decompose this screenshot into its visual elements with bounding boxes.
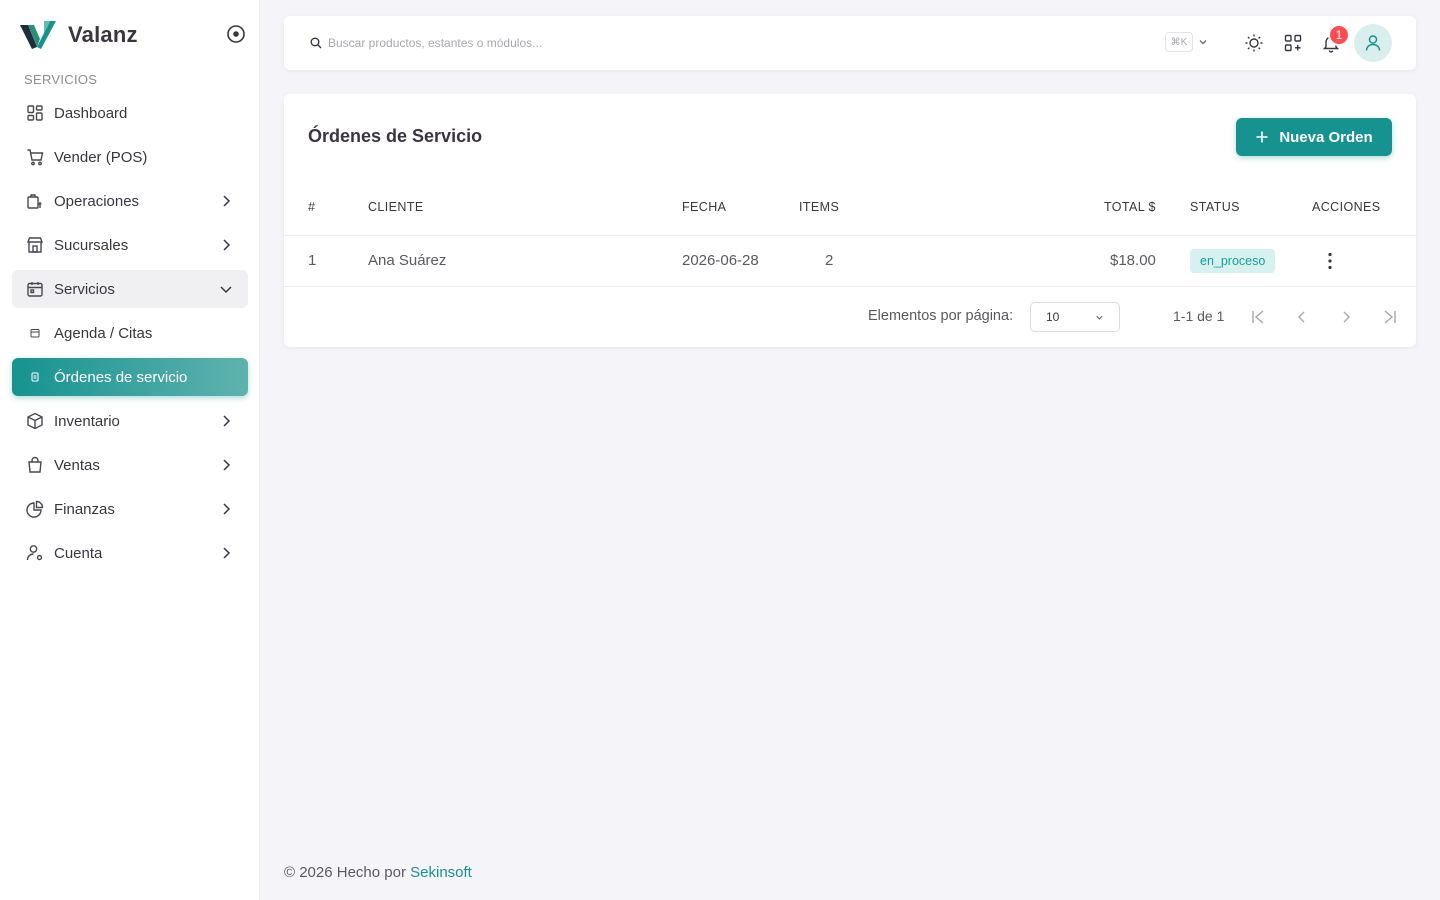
calendar-icon (26, 280, 44, 298)
new-order-label: Nueva Orden (1279, 128, 1373, 146)
per-page-label: Elementos por página: (868, 308, 1014, 324)
next-page-icon[interactable] (1337, 308, 1355, 326)
chevron-right-icon (223, 459, 231, 471)
v-logo-icon (20, 21, 56, 49)
topbar: ⌘K 1 (284, 16, 1416, 70)
column-header-num[interactable]: # (308, 200, 315, 214)
column-header-fecha[interactable]: FECHA (682, 200, 726, 214)
sidebar-section-label: SERVICIOS (24, 72, 98, 87)
first-page-icon[interactable] (1249, 308, 1267, 326)
sidebar-item-label: Inventario (54, 412, 120, 430)
sidebar-item-ventas[interactable]: Ventas (12, 446, 248, 484)
sidebar-item-label: Vender (POS) (54, 148, 148, 166)
chevron-down-icon (220, 286, 232, 294)
search-input[interactable] (328, 32, 808, 54)
bag-icon (26, 456, 44, 474)
sidebar-item-inventario[interactable]: Inventario (12, 402, 248, 440)
footer: © 2026 Hecho por Sekinsoft (284, 864, 472, 881)
cart-icon (26, 148, 44, 166)
table-divider (284, 235, 1416, 236)
plus-icon (1256, 131, 1268, 143)
column-header-status[interactable]: STATUS (1190, 200, 1240, 214)
chevron-right-icon (223, 547, 231, 559)
sidebar-item-label: Cuenta (54, 544, 103, 562)
sidebar-item-label: Finanzas (54, 500, 115, 518)
user-icon (1365, 35, 1381, 51)
per-page-value: 10 (1046, 310, 1060, 324)
footer-link[interactable]: Sekinsoft (410, 864, 472, 881)
sidebar-item-label: Órdenes de servicio (54, 368, 188, 386)
sidebar-toggle-icon[interactable] (226, 24, 246, 44)
sidebar-item-sucursales[interactable]: Sucursales (12, 226, 248, 264)
sidebar-item-dashboard[interactable]: Dashboard (12, 94, 248, 132)
box-icon (26, 412, 44, 430)
cell-total: $18.00 (1110, 252, 1156, 269)
sidebar-item-operaciones[interactable]: Operaciones (12, 182, 248, 220)
brand[interactable]: Valanz (20, 18, 138, 52)
chevron-right-icon (223, 503, 231, 515)
dashboard-grid-icon (26, 104, 44, 122)
table-divider (284, 286, 1416, 287)
search-icon (310, 37, 322, 49)
last-page-icon[interactable] (1381, 308, 1399, 326)
per-page-select[interactable]: 10 (1030, 302, 1120, 332)
sun-icon[interactable] (1244, 33, 1264, 53)
cell-fecha: 2026-06-28 (682, 252, 759, 269)
notification-badge: 1 (1328, 24, 1350, 46)
cell-cliente: Ana Suárez (368, 252, 447, 269)
chevron-right-icon (223, 195, 231, 207)
column-header-total[interactable]: TOTAL $ (1104, 200, 1156, 214)
cell-num: 1 (308, 252, 317, 269)
chevron-down-icon (1096, 315, 1103, 320)
prev-page-icon[interactable] (1293, 308, 1311, 326)
page-title: Órdenes de Servicio (308, 126, 483, 146)
apps-grid-icon[interactable] (1283, 33, 1303, 53)
chevron-down-icon[interactable] (1197, 36, 1209, 48)
orders-card: Órdenes de Servicio Nueva Orden # CLIENT… (284, 94, 1416, 347)
column-header-cliente[interactable]: CLIENTE (368, 200, 424, 214)
operations-icon (26, 192, 44, 210)
cell-items: 2 (825, 252, 834, 269)
more-vertical-icon[interactable] (1320, 251, 1340, 271)
sidebar: Valanz SERVICIOS Dashboard Vender (POS) … (0, 0, 260, 900)
sidebar-nav: Dashboard Vender (POS) Operaciones Sucur… (12, 94, 248, 578)
sidebar-item-label: Sucursales (54, 236, 129, 254)
chevron-right-icon (223, 239, 231, 251)
order-icon (26, 368, 44, 386)
sidebar-item-label: Dashboard (54, 104, 128, 122)
column-header-acciones: ACCIONES (1312, 200, 1381, 214)
sidebar-item-label: Operaciones (54, 192, 140, 210)
sidebar-item-label: Servicios (54, 280, 115, 298)
sidebar-item-servicios[interactable]: Servicios (12, 270, 248, 308)
column-header-items[interactable]: ITEMS (799, 200, 839, 214)
avatar[interactable] (1354, 24, 1392, 62)
chevron-right-icon (223, 415, 231, 427)
pie-chart-icon (26, 500, 44, 518)
sidebar-item-ordenes[interactable]: Órdenes de servicio (12, 358, 248, 396)
agenda-icon (26, 324, 44, 342)
footer-text: © 2026 Hecho por (284, 864, 411, 881)
sidebar-item-finanzas[interactable]: Finanzas (12, 490, 248, 528)
status-badge: en_proceso (1190, 249, 1276, 273)
sidebar-item-label: Agenda / Citas (54, 324, 153, 342)
new-order-button[interactable]: Nueva Orden (1236, 118, 1392, 156)
sidebar-item-agenda[interactable]: Agenda / Citas (12, 314, 248, 352)
sidebar-item-pos[interactable]: Vender (POS) (12, 138, 248, 176)
search-shortcut: ⌘K (1165, 32, 1193, 52)
user-settings-icon (26, 544, 44, 562)
sidebar-item-cuenta[interactable]: Cuenta (12, 534, 248, 572)
sidebar-item-label: Ventas (54, 456, 100, 474)
brand-name: Valanz (68, 22, 138, 47)
pagination-range: 1-1 de 1 (1173, 308, 1225, 324)
store-icon (26, 236, 44, 254)
